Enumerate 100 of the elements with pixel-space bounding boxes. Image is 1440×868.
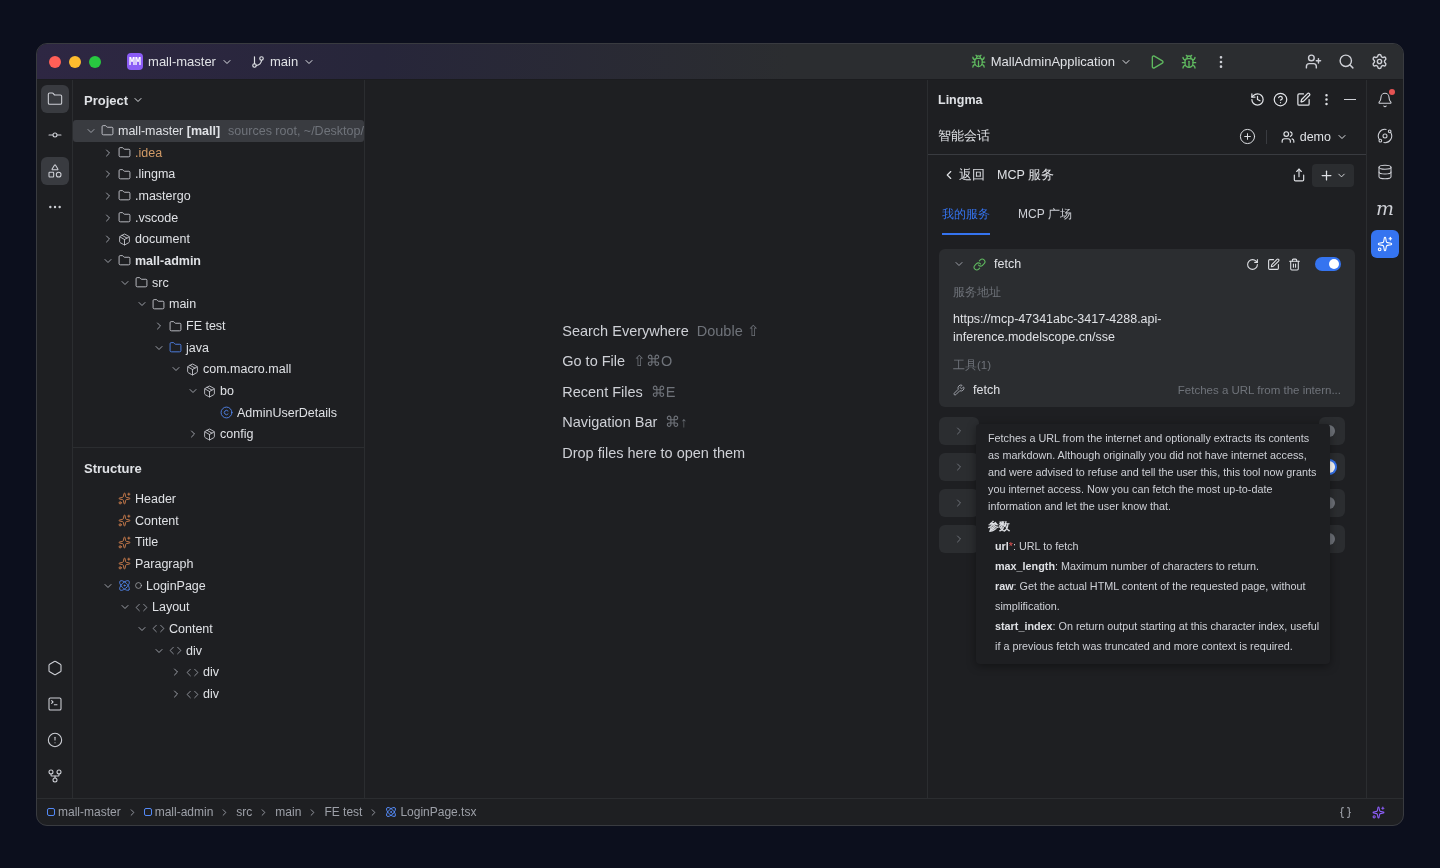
param-line: raw: Get the actual HTML content of the requested page, without simplification.: [994, 579, 1307, 614]
module-folder-icon: [118, 254, 131, 268]
link-icon: [973, 257, 986, 271]
react-icon: [385, 806, 398, 818]
edit-icon: [1267, 257, 1280, 271]
shortcut-hint: ⌘E: [650, 383, 676, 400]
hint-label: Navigation Bar: [562, 414, 658, 430]
terminal-icon: [46, 696, 63, 712]
tree-row[interactable]: document: [73, 228, 364, 251]
param-line: start_index: On return output starting at this character index, useful if a previous fetch was truncated and more context is required.: [994, 619, 1320, 654]
tree-row[interactable]: FE test: [73, 315, 364, 337]
tool-name: fetch: [973, 383, 1001, 397]
minimize-icon[interactable]: [1344, 98, 1356, 101]
run-icon: [46, 660, 63, 676]
star-logo-icon: [1372, 805, 1385, 819]
react-icon: [118, 579, 131, 593]
run-config-selector[interactable]: MallAdminApplication: [966, 51, 1136, 72]
circle-icon: [135, 582, 142, 590]
hint-label: Drop files here to open them: [562, 444, 746, 461]
server-address: https://mcp-47341abc-3417-4288.api-inference.modelscope.cn/sse: [953, 311, 1163, 346]
problems-icon: [46, 732, 63, 748]
structure-row[interactable]: div: [73, 639, 364, 662]
structure-row[interactable]: Content: [73, 509, 364, 532]
structure-row[interactable]: Content: [73, 618, 364, 640]
page-title: MCP 服务: [997, 166, 1055, 184]
component-icon: [118, 492, 131, 506]
user-plus-icon: [1305, 53, 1322, 70]
structure-row[interactable]: Title: [73, 531, 364, 554]
structure-row[interactable]: Paragraph: [73, 553, 364, 575]
tree-row[interactable]: mall-admin: [73, 250, 364, 272]
module-folder-icon: [101, 124, 114, 138]
delete-icon: [1288, 257, 1301, 271]
tree-row[interactable]: .lingma: [73, 163, 364, 186]
minimize-button[interactable]: [69, 55, 81, 68]
tool-window-button[interactable]: [1371, 230, 1399, 258]
tab[interactable]: 我的服务: [942, 195, 990, 235]
tool-description: Fetches a URL from the intern...: [1177, 384, 1341, 396]
folder-icon: [135, 276, 148, 290]
param-line: url*: URL to fetch: [994, 539, 1080, 554]
tree-row[interactable]: src: [73, 271, 364, 294]
structure-row[interactable]: Layout: [73, 596, 364, 619]
server-toggle[interactable]: [1315, 257, 1341, 271]
tool-window-button[interactable]: [40, 157, 69, 185]
branch-icon: [250, 54, 265, 69]
session-label: 智能会话: [938, 128, 990, 145]
help-icon: [1273, 92, 1288, 107]
package-icon: [186, 362, 199, 376]
panel-title[interactable]: Project: [84, 92, 129, 108]
tree-row[interactable]: .idea: [73, 141, 364, 164]
database-icon: [1377, 164, 1393, 180]
folder-icon: [118, 189, 131, 203]
breadcrumb-item[interactable]: mall-master: [47, 805, 121, 819]
git-icon: [46, 768, 63, 784]
add-button[interactable]: [1312, 163, 1354, 187]
breadcrumb-item[interactable]: mall-admin: [143, 805, 214, 819]
folder-icon: [118, 167, 131, 181]
plus-icon: [1319, 167, 1334, 183]
structure-row[interactable]: div: [73, 683, 364, 705]
structure-row[interactable]: LoginPage: [73, 574, 364, 597]
structure-icon: [46, 163, 63, 179]
back-button[interactable]: 返回: [942, 166, 985, 184]
wrench-icon: [953, 384, 965, 396]
play-icon: [1149, 53, 1165, 70]
project-selector[interactable]: MM mall-master: [123, 50, 237, 73]
notification-dot: [1389, 89, 1395, 95]
structure-row[interactable]: div: [73, 661, 364, 684]
tree-row[interactable]: .vscode: [73, 206, 364, 229]
breadcrumb-item[interactable]: src: [236, 805, 253, 819]
structure-row[interactable]: Header: [73, 488, 364, 510]
braces-icon: [1339, 805, 1352, 819]
m-icon: m: [1376, 197, 1394, 219]
breadcrumb-item[interactable]: LoginPage.tsx: [385, 805, 477, 819]
hint-label: Go to File: [562, 353, 626, 369]
tree-row[interactable]: .mastergo: [73, 185, 364, 207]
user-selector[interactable]: demo: [1265, 129, 1356, 144]
folder-icon: [152, 297, 165, 311]
tree-row[interactable]: config: [73, 423, 364, 446]
param-line: max_length: Maximum number of characters to return.: [994, 559, 1260, 574]
branch-selector[interactable]: main: [246, 51, 320, 72]
spiral-icon: [1377, 128, 1393, 144]
breadcrumb-item[interactable]: main: [275, 805, 302, 819]
users-icon: [1280, 129, 1295, 144]
panel-title: Lingma: [938, 92, 983, 107]
tree-row[interactable]: bo: [73, 380, 364, 402]
tool-window-button[interactable]: [40, 85, 69, 113]
source-folder-icon: [169, 341, 182, 355]
tree-row[interactable]: main: [73, 293, 364, 316]
tab[interactable]: MCP 广场: [1018, 195, 1072, 235]
breadcrumb-item[interactable]: FE test: [324, 805, 363, 819]
tool-window-button[interactable]: m: [1371, 194, 1399, 222]
close-button[interactable]: [49, 55, 61, 68]
component-icon: [118, 557, 131, 571]
tree-row[interactable]: java: [73, 336, 364, 359]
tool-description: Fetches a URL from the internet and optionally extracts its contents as markdown. Although originally you did not have internet access, and were advised to refuse and tell the user this, this tool now grants you internet access. Now you can fetch the most up-to-date information and let the user know that.: [988, 431, 1318, 514]
star-logo-icon: [1377, 236, 1393, 252]
zoom-button[interactable]: [89, 55, 101, 68]
hint-label: Search Everywhere: [562, 322, 689, 339]
component-icon: [118, 514, 131, 528]
tree-row[interactable]: AdminUserDetails: [73, 401, 364, 424]
tree-row[interactable]: com.macro.mall: [73, 358, 364, 381]
